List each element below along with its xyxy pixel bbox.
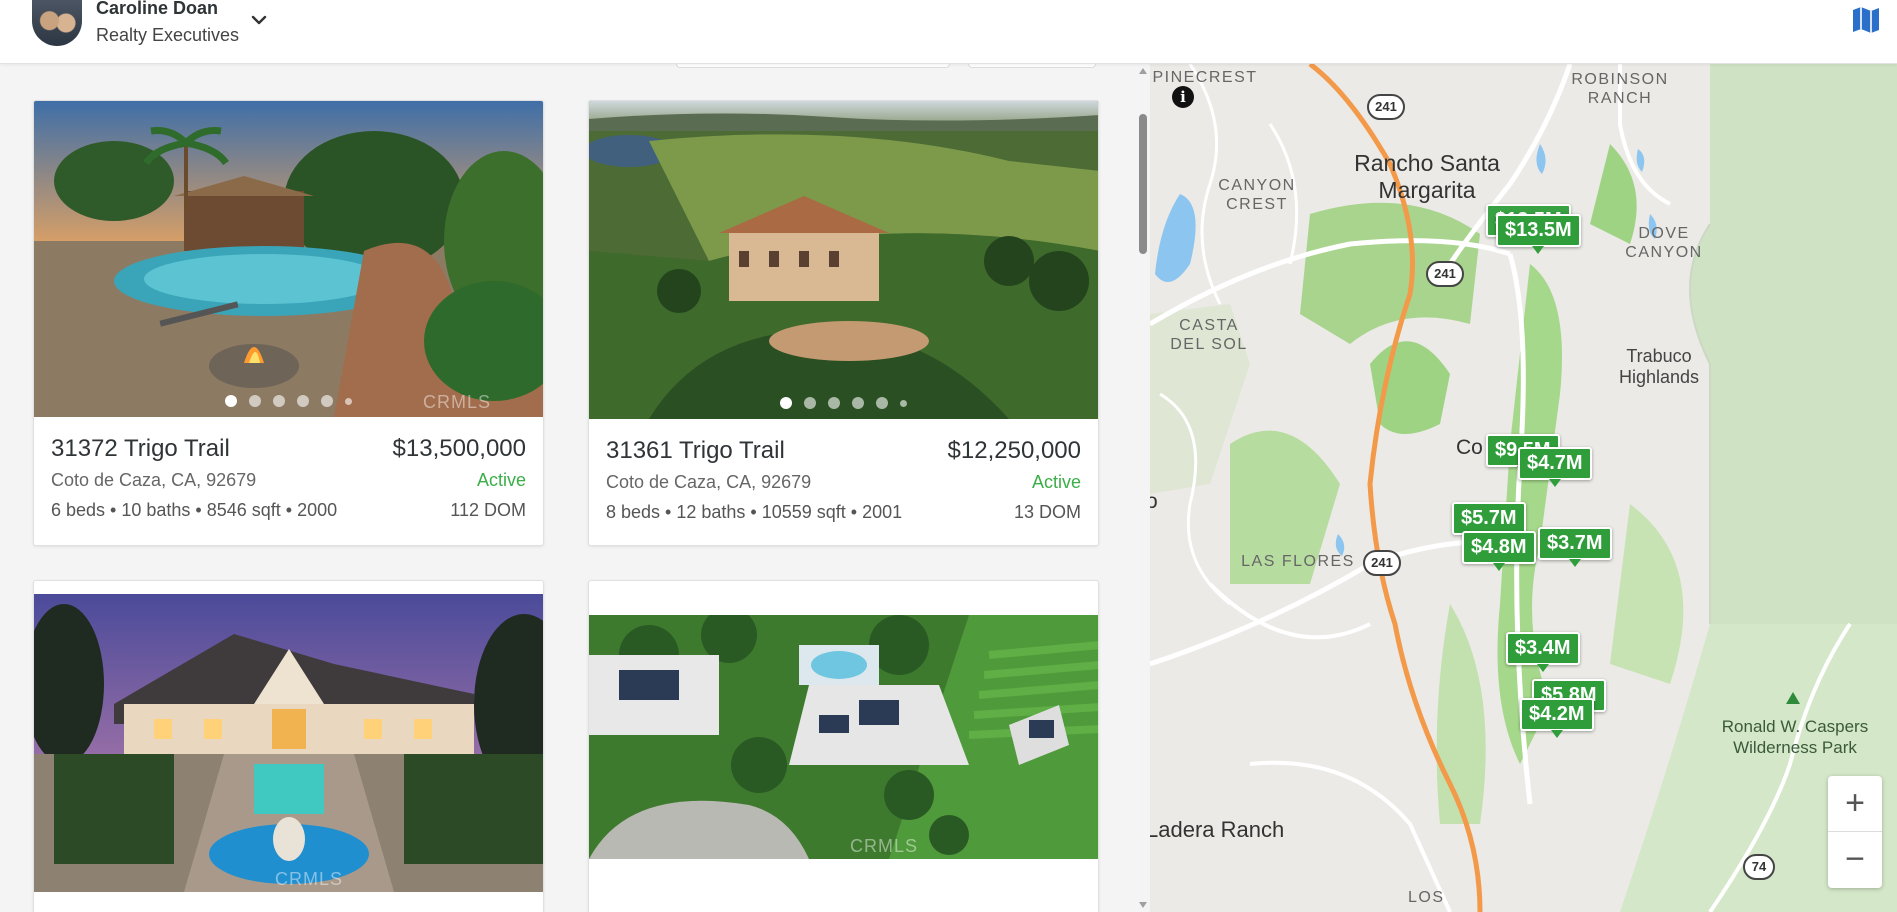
listing-photo[interactable]: CRMLS	[34, 594, 543, 892]
listing-card[interactable]: CRMLS	[33, 580, 544, 912]
map-label-rancho-santa-margarita: Rancho Santa Margarita	[1354, 150, 1500, 203]
evening-courtyard-image	[34, 594, 543, 892]
map-label-trabuco-highlands: Trabuco Highlands	[1618, 346, 1700, 387]
listing-info: 31361 Trigo Trail $12,250,000 Coto de Ca…	[589, 419, 1098, 545]
listing-photo[interactable]: CRMLS	[34, 101, 543, 417]
map-view-icon[interactable]	[1850, 4, 1882, 36]
listing-price: $13,500,000	[392, 435, 526, 462]
listing-status: Active	[476, 470, 526, 490]
map-label-coto-de-caza: Co	[1456, 436, 1483, 459]
map-zoom-control: + −	[1828, 776, 1882, 888]
listing-card[interactable]: CRMLS 31372 Trigo Trail $13,500,000 Coto…	[33, 100, 544, 546]
price-pin[interactable]: $4.2M	[1520, 698, 1594, 738]
crmls-watermark: CRMLS	[274, 869, 343, 889]
pin-label: $4.2M	[1529, 703, 1585, 725]
pool-backyard-image	[34, 101, 543, 417]
scroll-down-arrow[interactable]	[1139, 902, 1147, 908]
listing-info: 31372 Trigo Trail $13,500,000 Coto de Ca…	[34, 417, 543, 545]
map-label-caspers-park: Ronald W. Caspers Wilderness Park	[1721, 717, 1869, 757]
zoom-in-button[interactable]: +	[1828, 776, 1882, 832]
aerial-home-image	[589, 615, 1098, 859]
price-pin[interactable]: $3.7M	[1538, 527, 1612, 567]
view-toggle[interactable]	[968, 64, 1096, 68]
pin-label: $13.5M	[1505, 219, 1572, 241]
price-pin[interactable]: $4.7M	[1518, 447, 1592, 487]
listings-map[interactable]: i PINECREST ROBINSON RANCH Rancho Santa …	[1150, 64, 1897, 912]
listing-address: 31361 Trigo Trail	[606, 437, 785, 464]
price-pin[interactable]: $4.8M	[1462, 531, 1536, 571]
price-pin[interactable]: $3.4M	[1506, 632, 1580, 672]
listing-city: Coto de Caza, CA, 92679	[51, 470, 257, 490]
chevron-down-icon[interactable]	[248, 12, 270, 30]
map-label-edge: o	[1150, 490, 1158, 513]
listing-dom: 13 DOM	[1013, 502, 1081, 522]
listing-photo[interactable]: CRMLS	[589, 615, 1098, 859]
crmls-watermark: CRMLS	[849, 836, 918, 856]
map-label-casta-del-sol: CASTA DEL SOL	[1170, 317, 1248, 353]
estate-aerial-image	[589, 101, 1098, 419]
highway-241-shield: 241	[1367, 94, 1405, 120]
listing-card[interactable]: CRMLS	[588, 580, 1099, 912]
listing-specs: 8 beds • 12 baths • 10559 sqft • 2001	[606, 502, 903, 522]
map-label-robinson-ranch: ROBINSON RANCH	[1571, 71, 1669, 107]
park-tree-icon	[1786, 692, 1800, 704]
crmls-watermark: CRMLS	[422, 392, 491, 412]
pin-label: $3.4M	[1515, 637, 1571, 659]
highway-241-shield: 241	[1426, 261, 1464, 287]
pin-label: $5.7M	[1461, 507, 1517, 529]
map-label-las-flores: LAS FLORES	[1241, 553, 1355, 570]
agent-avatar[interactable]	[32, 0, 82, 46]
listings-scrollbar[interactable]	[1136, 64, 1150, 912]
scroll-up-arrow[interactable]	[1139, 68, 1147, 74]
listing-status: Active	[1031, 472, 1081, 492]
map-label-dove-canyon: DOVE CANYON	[1625, 225, 1703, 261]
listing-city: Coto de Caza, CA, 92679	[606, 472, 812, 492]
photo-carousel-dots[interactable]	[589, 397, 1098, 409]
map-info-icon[interactable]: i	[1172, 86, 1194, 108]
highway-241-shield: 241	[1363, 550, 1401, 576]
pin-label: $3.7M	[1547, 532, 1603, 554]
listing-card[interactable]: 31361 Trigo Trail $12,250,000 Coto de Ca…	[588, 100, 1099, 546]
sort-dropdown[interactable]	[676, 64, 950, 68]
zoom-out-button[interactable]: −	[1828, 832, 1882, 888]
map-label-pinecrest: PINECREST	[1152, 69, 1258, 86]
scroll-thumb[interactable]	[1139, 114, 1147, 254]
listing-specs: 6 beds • 10 baths • 8546 sqft • 2000	[51, 500, 338, 520]
pin-label: $4.7M	[1527, 452, 1583, 474]
listing-price: $12,250,000	[947, 437, 1081, 464]
map-label-canyon-crest: CANYON CREST	[1218, 177, 1296, 213]
map-label-ladera-ranch: Ladera Ranch	[1150, 817, 1285, 842]
top-header: Caroline Doan Realty Executives	[0, 0, 1897, 64]
listings-panel: CRMLS 31372 Trigo Trail $13,500,000 Coto…	[0, 64, 1136, 912]
agent-company: Realty Executives	[96, 25, 240, 45]
price-pin[interactable]: $13.5M	[1496, 214, 1581, 254]
listing-dom: 112 DOM	[450, 500, 526, 520]
agent-name: Caroline Doan	[96, 0, 219, 18]
listing-address: 31372 Trigo Trail	[51, 435, 230, 462]
map-label-los: LOS	[1408, 889, 1445, 906]
highway-74-shield: 74	[1743, 854, 1775, 880]
pin-label: $4.8M	[1471, 536, 1527, 558]
listing-photo[interactable]	[589, 101, 1098, 419]
